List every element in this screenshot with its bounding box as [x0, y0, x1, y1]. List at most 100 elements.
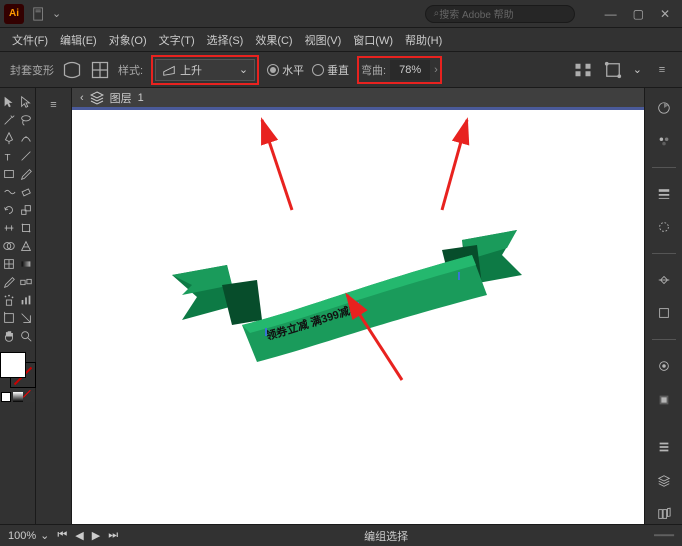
- zoom-control[interactable]: 100%⌄: [8, 529, 49, 542]
- align-icon[interactable]: [573, 60, 593, 80]
- bend-label: 弯曲:: [361, 62, 386, 78]
- selection-tool[interactable]: [1, 94, 17, 110]
- envelope-label: 封套变形: [10, 62, 54, 78]
- menu-object[interactable]: 对象(O): [105, 30, 151, 50]
- type-tool[interactable]: T: [1, 148, 17, 164]
- panel-menu-icon[interactable]: ≡: [652, 60, 672, 80]
- color-mode-toggles[interactable]: [1, 392, 35, 402]
- menu-help[interactable]: 帮助(H): [401, 30, 446, 50]
- style-label: 样式:: [118, 62, 143, 78]
- nav-prev-icon[interactable]: ◀: [75, 529, 83, 542]
- fill-stroke-swatch[interactable]: [0, 352, 36, 388]
- minimize-button[interactable]: —: [605, 7, 617, 21]
- control-bar: 封套变形 样式: 上升 ⌄ 水平 垂直 弯曲: › ⌄ ≡: [0, 52, 682, 88]
- libraries-icon[interactable]: [653, 504, 675, 524]
- chevron-down-icon: ⌄: [239, 63, 248, 76]
- shaper-tool[interactable]: [1, 184, 17, 200]
- chevron-right-icon[interactable]: ›: [434, 64, 438, 76]
- window-titlebar: Ai ⌄ ⌕ 搜索 Adobe 帮助 — ▢ ✕: [0, 0, 682, 28]
- shape-builder-tool[interactable]: [1, 238, 17, 254]
- transform-icon[interactable]: [603, 60, 623, 80]
- align-panel-icon[interactable]: [653, 437, 675, 457]
- maximize-button[interactable]: ▢: [633, 7, 644, 21]
- menu-effect[interactable]: 效果(C): [251, 30, 296, 50]
- appearance-panel-icon[interactable]: [653, 356, 675, 376]
- style-value: 上升: [180, 62, 202, 78]
- chevron-left-icon[interactable]: ‹: [80, 92, 84, 104]
- search-input[interactable]: ⌕ 搜索 Adobe 帮助: [425, 5, 575, 23]
- layers-icon: [90, 91, 104, 105]
- chevron-down-icon[interactable]: ⌄: [633, 63, 642, 76]
- symbols-panel-icon[interactable]: [653, 270, 675, 290]
- rectangle-tool[interactable]: [1, 166, 17, 182]
- layers-header: ‹ 图层 1: [72, 88, 644, 110]
- scrollbar-handle[interactable]: ━━━: [654, 529, 674, 542]
- free-transform-tool[interactable]: [18, 220, 34, 236]
- callout-bend-input: 弯曲: ›: [357, 56, 442, 84]
- nav-next-icon[interactable]: ▶: [92, 529, 100, 542]
- search-placeholder: 搜索 Adobe 帮助: [439, 6, 513, 21]
- layers-panel-icon[interactable]: [653, 471, 675, 491]
- slice-tool[interactable]: [18, 310, 34, 326]
- radio-vertical[interactable]: 垂直: [312, 62, 349, 78]
- status-bar: 100%⌄ ⏮ ◀ ▶ ⏭ 编组选择 ━━━: [0, 524, 682, 546]
- swatches-panel-icon[interactable]: [653, 132, 675, 152]
- lasso-tool[interactable]: [18, 112, 34, 128]
- width-tool[interactable]: [1, 220, 17, 236]
- stroke-panel-icon[interactable]: [653, 184, 675, 204]
- hand-tool[interactable]: [1, 328, 17, 344]
- callout-style-dropdown: 上升 ⌄: [151, 55, 259, 85]
- menu-file[interactable]: 文件(F): [8, 30, 52, 50]
- menu-window[interactable]: 窗口(W): [349, 30, 397, 50]
- tools-panel-left: T: [0, 88, 36, 524]
- eraser-tool[interactable]: [18, 184, 34, 200]
- envelope-warp-icon[interactable]: [62, 60, 82, 80]
- mesh-tool[interactable]: [1, 256, 17, 272]
- graph-tool[interactable]: [18, 292, 34, 308]
- eyedropper-tool[interactable]: [1, 274, 17, 290]
- menu-type[interactable]: 文字(T): [155, 30, 199, 50]
- brushes-panel-icon[interactable]: [653, 218, 675, 238]
- blend-tool[interactable]: [18, 274, 34, 290]
- perspective-tool[interactable]: [18, 238, 34, 254]
- envelope-mesh-icon[interactable]: [90, 60, 110, 80]
- layers-label: 图层: [110, 90, 132, 106]
- transform-panel-icon[interactable]: [653, 304, 675, 324]
- scale-tool[interactable]: [18, 202, 34, 218]
- status-text: 编组选择: [364, 531, 408, 543]
- tools-panel-secondary: ≡: [36, 88, 72, 524]
- curvature-tool[interactable]: [18, 130, 34, 146]
- magic-wand-tool[interactable]: [1, 112, 17, 128]
- artboard-tool[interactable]: [1, 310, 17, 326]
- nav-first-icon[interactable]: ⏮: [57, 529, 67, 542]
- line-tool[interactable]: [18, 148, 34, 164]
- graphic-styles-icon[interactable]: [653, 390, 675, 410]
- chevron-down-icon: ⌄: [40, 529, 49, 542]
- svg-text:T: T: [5, 152, 11, 163]
- radio-horizontal[interactable]: 水平: [267, 62, 304, 78]
- chevron-down-icon[interactable]: ⌄: [52, 7, 61, 20]
- warp-style-dropdown[interactable]: 上升 ⌄: [155, 59, 255, 81]
- ribbon-artwork[interactable]: 领券立减 满399减50: [162, 230, 532, 350]
- bend-input[interactable]: [390, 60, 430, 80]
- symbol-sprayer-tool[interactable]: [1, 292, 17, 308]
- rise-icon: [162, 63, 176, 77]
- menu-select[interactable]: 选择(S): [203, 30, 248, 50]
- canvas[interactable]: 领券立减 满399减50: [72, 110, 644, 524]
- close-button[interactable]: ✕: [660, 7, 670, 21]
- nav-last-icon[interactable]: ⏭: [108, 529, 118, 542]
- menu-edit[interactable]: 编辑(E): [56, 30, 101, 50]
- gradient-tool[interactable]: [18, 256, 34, 272]
- document-icon: [32, 7, 46, 21]
- zoom-tool[interactable]: [18, 328, 34, 344]
- pen-tool[interactable]: [1, 130, 17, 146]
- properties-icon[interactable]: ≡: [43, 94, 65, 116]
- menu-bar: 文件(F) 编辑(E) 对象(O) 文字(T) 选择(S) 效果(C) 视图(V…: [0, 28, 682, 52]
- paintbrush-tool[interactable]: [18, 166, 34, 182]
- rotate-tool[interactable]: [1, 202, 17, 218]
- menu-view[interactable]: 视图(V): [301, 30, 346, 50]
- app-icon: Ai: [4, 4, 24, 24]
- direct-selection-tool[interactable]: [18, 94, 34, 110]
- panels-dock: [644, 88, 682, 524]
- color-panel-icon[interactable]: [653, 98, 675, 118]
